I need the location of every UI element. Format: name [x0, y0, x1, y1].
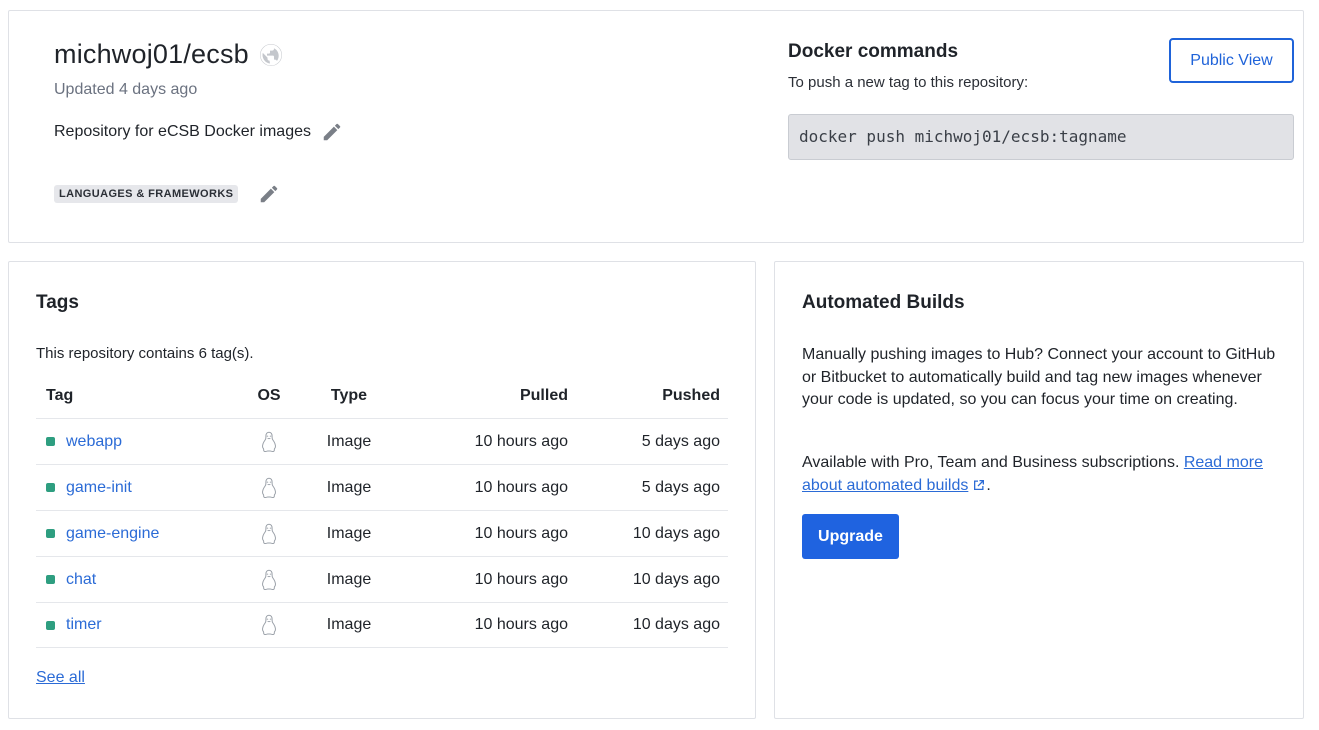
repository-header-card: michwoj01/ecsb Updated 4 days ago Reposi… [8, 10, 1304, 243]
updated-text: Updated 4 days ago [54, 81, 198, 98]
tags-count: This repository contains 6 tag(s). [36, 345, 254, 362]
tag-pulled: 10 hours ago [474, 478, 568, 496]
tags-table-header: Tag OS Type Pulled Pushed [36, 374, 728, 418]
tag-link[interactable]: webapp [66, 433, 122, 451]
linux-icon [260, 614, 278, 636]
automated-builds-description: Manually pushing images to Hub? Connect … [802, 346, 1276, 408]
tag-pulled: 10 hours ago [474, 524, 568, 542]
docker-commands-title: Docker commands [788, 41, 959, 62]
column-header-type: Type [330, 387, 368, 404]
see-all-link[interactable]: See all [36, 669, 85, 687]
external-link-icon [972, 477, 986, 491]
tags-title: Tags [36, 292, 79, 313]
tag-pushed: 10 days ago [632, 616, 720, 633]
tag-pushed: 10 days ago [632, 570, 720, 588]
tag-link[interactable]: game-init [66, 479, 132, 497]
linux-icon [260, 569, 278, 591]
tag-pushed: 10 days ago [632, 524, 720, 542]
tags-table: Tag OS Type Pulled Pushed webapp Image 1… [36, 374, 728, 648]
description-row: Repository for eCSB Docker images [54, 121, 343, 143]
tag-pulled: 10 hours ago [474, 570, 568, 588]
column-header-os: OS [257, 387, 281, 404]
globe-icon [259, 43, 283, 67]
automated-builds-title: Automated Builds [802, 292, 965, 313]
repo-title-row: michwoj01/ecsb [54, 39, 283, 70]
linux-icon [260, 523, 278, 545]
tag-pushed: 5 days ago [641, 478, 720, 496]
status-dot [46, 437, 55, 446]
linux-icon [260, 477, 278, 499]
table-row: game-init Image 10 hours ago 5 days ago [36, 464, 728, 510]
status-dot [46, 483, 55, 492]
tag-pushed: 5 days ago [641, 432, 720, 450]
repo-title: michwoj01/ecsb [54, 39, 249, 69]
repo-description: Repository for eCSB Docker images [54, 123, 311, 140]
status-dot [46, 529, 55, 538]
table-row: game-engine Image 10 hours ago 10 days a… [36, 510, 728, 556]
status-dot [46, 620, 55, 630]
availability-text: Available with Pro, Team and Business su… [802, 454, 1184, 471]
status-dot [46, 575, 55, 584]
category-row: LANGUAGES & FRAMEWORKS [54, 183, 280, 205]
tag-type: Image [326, 432, 372, 450]
tag-type: Image [326, 616, 372, 633]
tag-link[interactable]: game-engine [66, 525, 159, 543]
docker-push-command[interactable]: docker push michwoj01/ecsb:tagname [788, 114, 1294, 160]
edit-category-pencil-icon[interactable] [258, 183, 280, 205]
category-chip: LANGUAGES & FRAMEWORKS [54, 185, 239, 203]
automated-builds-card: Automated Builds Manually pushing images… [774, 261, 1304, 719]
automated-builds-availability: Available with Pro, Team and Business su… [802, 452, 1282, 497]
table-row: chat Image 10 hours ago 10 days ago [36, 556, 728, 602]
tag-type: Image [326, 570, 372, 588]
column-header-tag: Tag [46, 387, 74, 404]
tag-type: Image [326, 478, 372, 496]
linux-icon [260, 431, 278, 453]
column-header-pulled: Pulled [519, 387, 568, 404]
public-view-button[interactable]: Public View [1169, 38, 1294, 83]
table-row: timer Image 10 hours ago 10 days ago [36, 602, 728, 648]
tag-pulled: 10 hours ago [474, 432, 568, 450]
edit-description-pencil-icon[interactable] [321, 121, 343, 143]
tags-card: Tags This repository contains 6 tag(s). … [8, 261, 756, 719]
table-row: webapp Image 10 hours ago 5 days ago [36, 418, 728, 464]
docker-commands-subtitle: To push a new tag to this repository: [788, 74, 1029, 91]
tag-link[interactable]: timer [66, 616, 102, 634]
upgrade-button[interactable]: Upgrade [802, 514, 899, 559]
tag-pulled: 10 hours ago [474, 616, 568, 633]
availability-suffix: . [986, 476, 991, 494]
column-header-pushed: Pushed [662, 387, 720, 404]
tag-type: Image [326, 524, 372, 542]
tag-link[interactable]: chat [66, 571, 96, 589]
